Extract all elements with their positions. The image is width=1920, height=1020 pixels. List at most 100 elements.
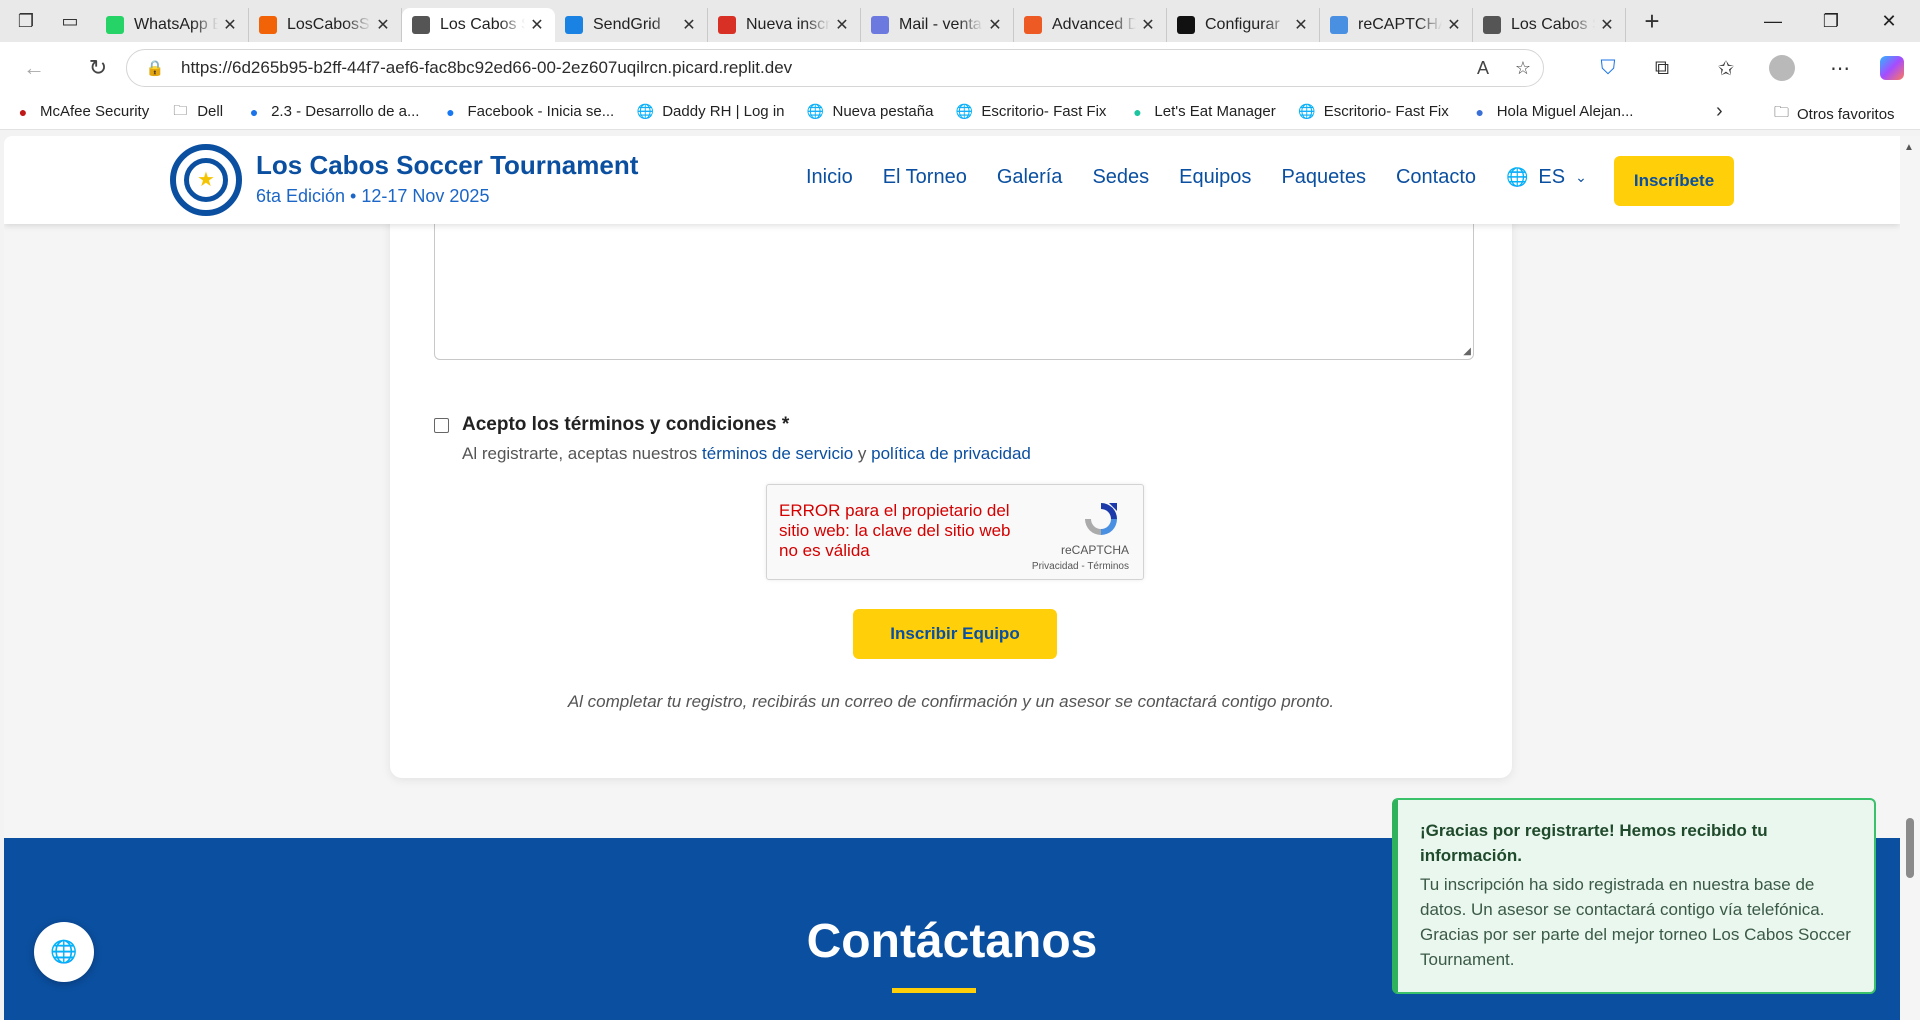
profile-avatar[interactable] (1762, 50, 1802, 86)
globe-icon (1483, 16, 1501, 34)
close-tab-icon[interactable]: ✕ (1293, 15, 1309, 35)
recaptcha-widget[interactable]: ERROR para el propietario del sitio web:… (766, 484, 1144, 580)
favorite-item[interactable]: ● Facebook - Inicia se... (441, 103, 614, 121)
language-selector[interactable]: 🌐 ES ⌄ (1506, 166, 1587, 189)
privacy-policy-link[interactable]: política de privacidad (871, 444, 1031, 463)
close-window-icon[interactable]: ✕ (1860, 0, 1918, 42)
nav-link[interactable]: Paquetes (1281, 166, 1366, 189)
floating-globe-button[interactable]: 🌐 (34, 922, 94, 982)
tab-actions-icon[interactable]: ▭ (50, 4, 90, 38)
replit-icon (259, 16, 277, 34)
register-button[interactable]: Inscríbete (1614, 156, 1734, 206)
favorite-star-icon[interactable]: ☆ (1503, 58, 1543, 79)
new-tab-button[interactable]: + (1632, 4, 1672, 38)
browser-tab[interactable]: Configurar ✕ (1167, 8, 1320, 42)
resize-grip-icon[interactable]: ◢ (1463, 346, 1471, 357)
tab-title: Los Cabos Soccer (1511, 16, 1595, 33)
close-tab-icon[interactable]: ✕ (681, 15, 697, 35)
recaptcha-links[interactable]: Privacidad - Términos (1032, 561, 1129, 572)
loading-icon: ● (249, 103, 259, 120)
nav-link[interactable]: Galería (997, 166, 1063, 189)
browser-tab[interactable]: LosCabosSoccer✕ (249, 8, 402, 42)
address-bar[interactable]: 🔒 https://6d265b95-b2ff-44f7-aef6-fac8bc… (126, 49, 1544, 87)
recaptcha-icon (1330, 16, 1348, 34)
other-favorites[interactable]: 🗀 Otros favoritos (1774, 102, 1895, 127)
tab-title: Nueva inscripción (746, 16, 830, 33)
scroll-up-icon[interactable]: ▲ (1904, 142, 1914, 153)
nav-link[interactable]: Equipos (1179, 166, 1251, 189)
browser-tab[interactable]: Los Cabos Soccer✕ (1473, 8, 1626, 42)
tab-title: Mail - ventas (899, 16, 983, 33)
browser-tab[interactable]: Mail - ventas ✕ (861, 8, 1014, 42)
gmail-icon (718, 16, 736, 34)
browser-tab[interactable]: SendGrid ✕ (555, 8, 708, 42)
close-tab-icon[interactable]: ✕ (1140, 15, 1156, 35)
advanced-icon (1024, 16, 1042, 34)
globe-icon: 🌐 (636, 103, 654, 119)
terms-checkbox[interactable] (434, 418, 449, 433)
toast-body: Tu inscripción ha sido registrada en nue… (1420, 875, 1851, 969)
toast-title: ¡Gracias por registrarte! Hemos recibido… (1420, 821, 1768, 865)
favorite-item[interactable]: 🌐 Escritorio- Fast Fix (955, 103, 1107, 121)
globe-icon: 🌐 (806, 103, 825, 119)
tab-title: Advanced Design (1052, 16, 1136, 33)
reload-icon[interactable]: ↻ (78, 48, 118, 88)
language-code: ES (1538, 166, 1566, 188)
url-text[interactable]: https://6d265b95-b2ff-44f7-aef6-fac8bc92… (181, 58, 1463, 78)
favorite-item[interactable]: 🌐 Escritorio- Fast Fix (1298, 103, 1449, 121)
workspaces-icon[interactable]: ❐ (6, 4, 46, 38)
browser-tab[interactable]: reCAPTCHA ✕ (1320, 8, 1473, 42)
close-tab-icon[interactable]: ✕ (222, 15, 238, 35)
more-menu-icon[interactable]: ⋯ (1820, 50, 1860, 86)
shield-icon[interactable]: ⛉ (1588, 50, 1628, 86)
read-aloud-icon[interactable]: A (1463, 58, 1503, 79)
favorite-item[interactable]: 🌐 Daddy RH | Log in (636, 103, 784, 121)
favorite-item[interactable]: ● McAfee Security (14, 103, 149, 121)
favorite-item[interactable]: ● Hola Miguel Alejan... (1471, 103, 1633, 121)
site-logo[interactable]: ★ (170, 144, 242, 216)
close-tab-icon[interactable]: ✕ (1446, 15, 1462, 35)
browser-tab[interactable]: Nueva inscripción✕ (708, 8, 861, 42)
facebook-icon: ● (446, 103, 455, 120)
page-scrollbar[interactable]: ▲ (1900, 136, 1920, 1020)
terms-label[interactable]: Acepto los términos y condiciones * (462, 414, 789, 436)
favorites-icon[interactable]: ✩ (1706, 50, 1746, 86)
favorite-item[interactable]: 🌐 Nueva pestaña (807, 103, 934, 121)
nav-link[interactable]: Sedes (1092, 166, 1149, 189)
brand-subtitle: 6ta Edición • 12-17 Nov 2025 (256, 186, 490, 206)
browser-tab[interactable]: WhatsApp Business✕ (96, 8, 249, 42)
favorite-item[interactable]: ● 2.3 - Desarrollo de a... (245, 103, 420, 121)
chevron-down-icon: ⌄ (1575, 169, 1587, 185)
favorite-item[interactable]: 🗀 Dell (171, 102, 224, 121)
copilot-icon[interactable] (1872, 50, 1912, 86)
browser-tab[interactable]: Advanced Design✕ (1014, 8, 1167, 42)
close-tab-icon[interactable]: ✕ (529, 15, 545, 35)
minimize-icon[interactable]: — (1744, 0, 1802, 42)
nav-link[interactable]: Inicio (806, 166, 853, 189)
favorite-label: Dell (197, 103, 224, 120)
hola-icon: ● (1475, 103, 1484, 120)
favorite-item[interactable]: ● Let's Eat Manager (1128, 103, 1276, 121)
site-header: ★ Los Cabos Soccer Tournament 6ta Edició… (4, 136, 1900, 224)
back-icon[interactable]: ← (14, 48, 54, 88)
restore-icon[interactable]: ❐ (1802, 0, 1860, 42)
close-tab-icon[interactable]: ✕ (375, 15, 391, 35)
scroll-thumb[interactable] (1906, 818, 1914, 878)
whatsapp-icon (106, 16, 124, 34)
page-viewport: ★ Los Cabos Soccer Tournament 6ta Edició… (4, 136, 1900, 1020)
close-tab-icon[interactable]: ✕ (1599, 15, 1615, 35)
star-icon: ★ (197, 169, 215, 191)
site-info-icon[interactable]: 🔒 (135, 59, 175, 77)
nav-link[interactable]: El Torneo (883, 166, 967, 189)
favorite-label: Let's Eat Manager (1154, 103, 1276, 120)
submit-team-button[interactable]: Inscribir Equipo (853, 609, 1057, 659)
brand-title[interactable]: Los Cabos Soccer Tournament (256, 150, 638, 181)
favorites-overflow-icon[interactable]: › (1716, 100, 1723, 123)
terms-of-service-link[interactable]: términos de servicio (702, 444, 853, 463)
extensions-icon[interactable]: ⧉ (1642, 50, 1682, 86)
favorite-label: Facebook - Inicia se... (467, 103, 615, 120)
close-tab-icon[interactable]: ✕ (834, 15, 850, 35)
nav-link[interactable]: Contacto (1396, 166, 1476, 189)
close-tab-icon[interactable]: ✕ (987, 15, 1003, 35)
browser-tab[interactable]: Los Cabos Soccer✕ (402, 8, 555, 42)
